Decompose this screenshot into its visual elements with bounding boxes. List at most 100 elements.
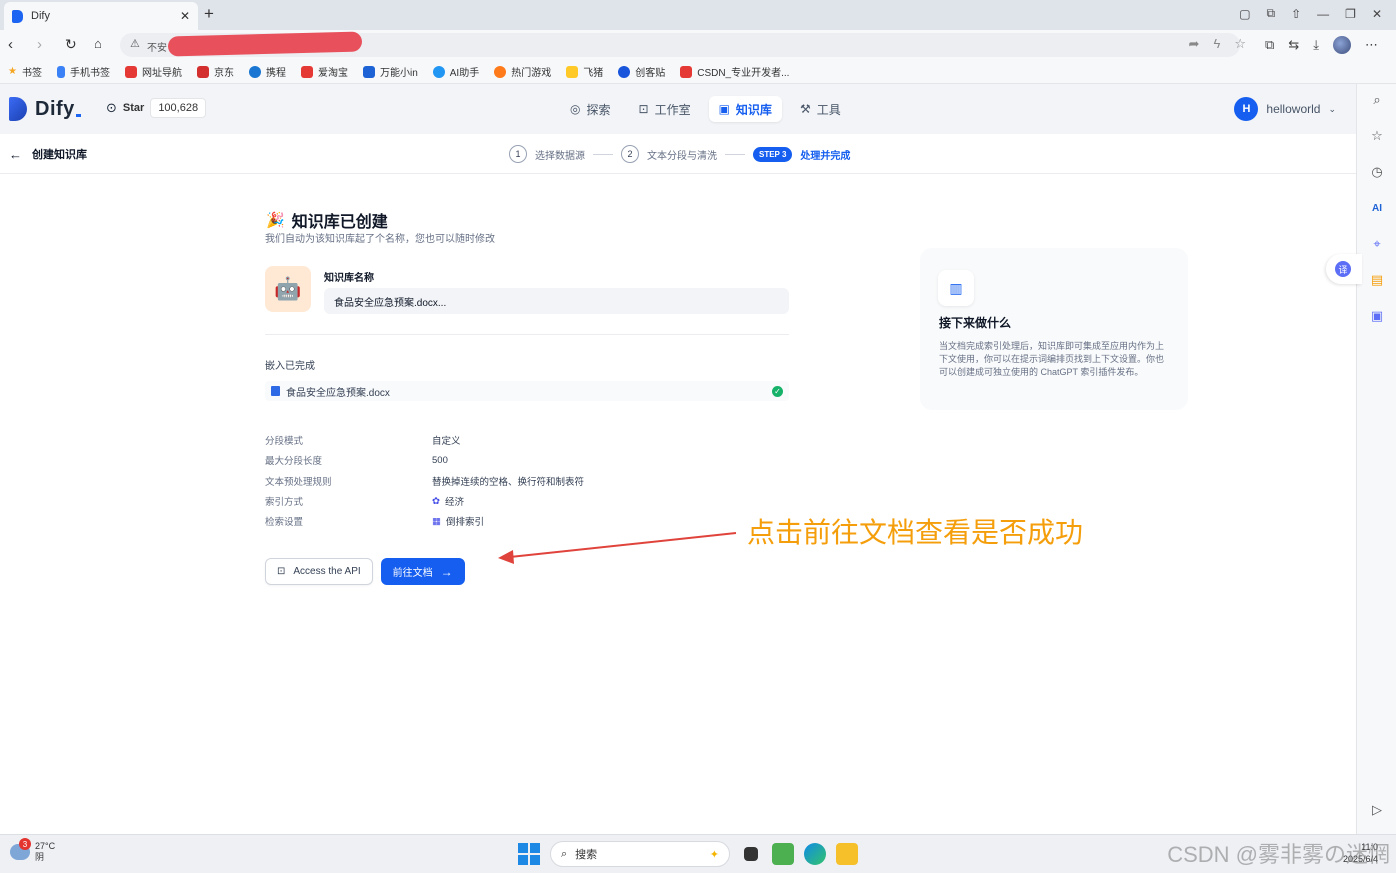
nav-label: 知识库 — [735, 102, 772, 117]
more-menu-icon[interactable]: ⋯ — [1365, 37, 1378, 53]
taskbar-search[interactable]: ⌕ 搜索 ✦ — [550, 841, 730, 867]
bookmark-item[interactable]: ★ 书签 — [8, 64, 42, 79]
search-icon[interactable]: ⌕ — [1367, 90, 1387, 110]
ai-icon[interactable]: AI — [1367, 198, 1387, 218]
bookmark-item[interactable]: 京东 — [196, 64, 234, 79]
tab-actions-icon[interactable]: ▢ — [1239, 7, 1250, 21]
briefcase-icon[interactable]: ▤ — [1367, 270, 1387, 290]
translate-bubble[interactable]: 译 — [1326, 254, 1362, 284]
lightning-icon[interactable]: ϟ — [1213, 36, 1220, 52]
step-label-active: 处理并完成 — [800, 150, 851, 162]
nav-tools[interactable]: ⚒ 工具 — [790, 96, 851, 122]
temperature: 27°C — [35, 841, 56, 851]
warning-icon[interactable]: ⚠ — [130, 37, 140, 50]
jd-icon — [196, 65, 209, 78]
reload-icon[interactable]: ↻ — [65, 36, 77, 53]
weather-condition: 阴 — [35, 852, 45, 862]
nav-explore[interactable]: ◎ 探索 — [560, 96, 621, 122]
game-icon — [494, 65, 507, 78]
logo-accent — [75, 113, 81, 117]
nav-knowledge[interactable]: ▣ 知识库 — [708, 96, 782, 122]
browser-tab[interactable]: Dify ✕ — [4, 2, 198, 30]
extensions-icon[interactable]: ⇧ — [1291, 7, 1301, 21]
translate-icon[interactable]: ▣ — [1367, 306, 1387, 326]
bookmark-item[interactable]: 手机书签 — [56, 64, 110, 79]
star-count: 100,628 — [150, 98, 207, 118]
bookmark-item[interactable]: 携程 — [248, 64, 286, 79]
gamepad-icon[interactable]: ⌖ — [1367, 234, 1387, 254]
bookmark-item[interactable]: AI助手 — [432, 64, 479, 79]
home-icon[interactable]: ⌂ — [94, 36, 102, 51]
annotation-arrow — [498, 532, 737, 564]
step-label: 文本分段与清洗 — [647, 150, 717, 162]
arrow-left-icon: ← — [9, 146, 22, 162]
step-number: 2 — [621, 145, 639, 163]
star-icon[interactable]: ☆ — [1367, 126, 1387, 146]
window-controls: ▢ ⧉ ⇧ — ❐ ✕ — [1239, 6, 1382, 21]
weather-widget[interactable]: 3 27°C 阴 — [10, 838, 55, 863]
nav-studio[interactable]: ⊡ 工作室 — [629, 96, 701, 122]
user-menu[interactable]: H helloworld ⌄ — [1234, 97, 1336, 121]
avatar: H — [1234, 97, 1259, 121]
restore-icon[interactable]: ❐ — [1345, 7, 1356, 21]
insecure-label: 不安 — [147, 43, 167, 54]
back-button[interactable]: ← 创建知识库 — [9, 146, 87, 162]
workspace-icon[interactable]: ⧉ — [1267, 6, 1276, 21]
dify-logo-icon — [9, 97, 27, 121]
nav-label: 探索 — [586, 102, 611, 117]
bookmark-item[interactable]: CSDN_专业开发者... — [680, 64, 789, 79]
edge-icon[interactable] — [804, 843, 826, 865]
bookmarks-bar: ★ 书签 手机书签 网址导航 京东 携程 爱淘宝 万能小in AI助手 热门游戏 … — [0, 60, 1396, 84]
close-window-icon[interactable]: ✕ — [1372, 7, 1382, 21]
collapse-sidebar-icon[interactable]: ▷ — [1367, 800, 1387, 820]
minimize-icon[interactable]: — — [1317, 7, 1329, 21]
dify-favicon-icon — [12, 9, 23, 23]
close-tab-icon[interactable]: ✕ — [180, 9, 190, 23]
download-icon[interactable]: ⤓ — [1313, 37, 1319, 53]
nav-label: 工作室 — [654, 102, 691, 117]
compass-icon: ◎ — [570, 102, 581, 116]
profile-avatar[interactable] — [1333, 36, 1351, 54]
url-actions: ➦ ϟ ☆ — [1189, 36, 1246, 52]
browser-toolbar: ⧉ ⇆ ⤓ ⋯ — [1265, 36, 1378, 54]
new-tab-icon[interactable]: + — [204, 4, 214, 24]
github-star[interactable]: ⊙ Star 100,628 — [106, 98, 207, 118]
step-number: 1 — [509, 145, 527, 163]
bookmark-item[interactable]: 热门游戏 — [494, 64, 551, 79]
nav-site-icon — [124, 65, 137, 78]
bookmark-item[interactable]: 万能小in — [362, 64, 418, 79]
favorite-star-icon[interactable]: ☆ — [1234, 36, 1246, 52]
windows-start-icon[interactable] — [518, 843, 540, 865]
cloud-icon: 3 — [10, 838, 31, 860]
bookmark-item[interactable]: 飞猪 — [566, 64, 603, 79]
chuangketie-icon — [618, 65, 631, 78]
back-icon[interactable]: ‹ — [8, 36, 13, 53]
bookmark-item[interactable]: 爱淘宝 — [300, 64, 348, 79]
chevron-down-icon: ⌄ — [1328, 103, 1336, 114]
star-icon: ★ — [8, 66, 17, 77]
phone-icon — [56, 65, 65, 78]
share-icon[interactable]: ➦ — [1189, 36, 1200, 52]
main-nav: ◎ 探索 ⊡ 工作室 ▣ 知识库 ⚒ 工具 — [560, 96, 851, 122]
search-icon: ⌕ — [561, 847, 568, 860]
dify-logo[interactable]: Dify — [9, 97, 81, 121]
main-content: 🎉 知识库已创建 我们自动为该知识库起了个名称，您也可以随时修改 🤖 知识库名称… — [0, 174, 1356, 834]
collections-icon[interactable]: ⧉ — [1265, 37, 1274, 53]
notification-badge: 3 — [19, 838, 31, 850]
file-explorer-icon[interactable] — [836, 843, 858, 865]
browser-tab-bar: Dify ✕ + ▢ ⧉ ⇧ — ❐ ✕ — [0, 0, 1396, 30]
step-divider — [725, 153, 745, 155]
bookmark-item[interactable]: 网址导航 — [124, 64, 182, 79]
forward-icon[interactable]: › — [37, 36, 42, 53]
split-icon[interactable]: ⇆ — [1288, 37, 1299, 53]
weather-text: 27°C 阴 — [35, 841, 55, 863]
clock-icon[interactable]: ◷ — [1367, 162, 1387, 182]
task-view-icon[interactable] — [744, 847, 758, 861]
arrow-line — [509, 532, 737, 558]
search-label: 搜索 — [575, 849, 598, 861]
arrow-head — [498, 550, 514, 564]
step-badge-active: STEP 3 — [753, 146, 793, 162]
os-taskbar: 3 27°C 阴 ⌕ 搜索 ✦ 11:0 2025/6/4 CSDN @雾非雾の… — [0, 834, 1396, 873]
screen-app-icon[interactable] — [772, 843, 794, 865]
bookmark-item[interactable]: 创客贴 — [618, 64, 665, 79]
